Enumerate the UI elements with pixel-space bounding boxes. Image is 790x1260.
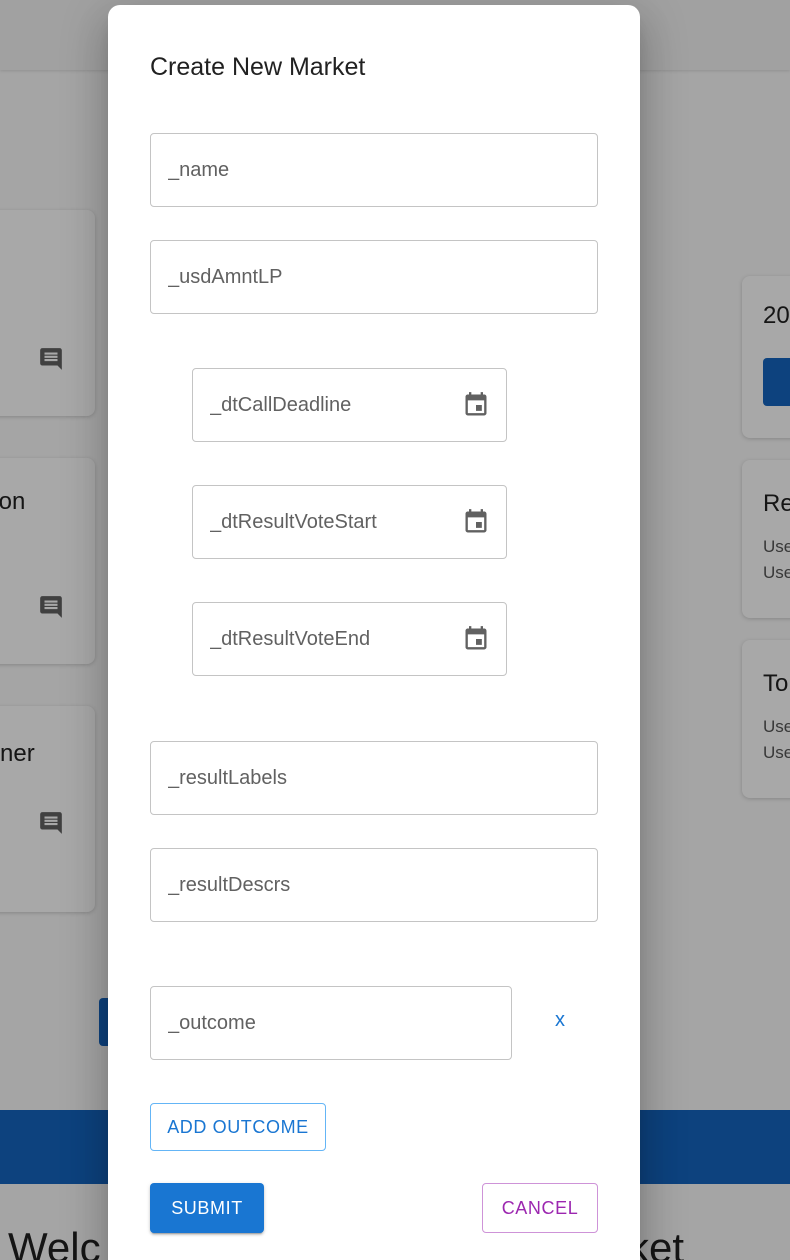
name-input[interactable] [168, 134, 584, 206]
result-descrs-input[interactable] [168, 849, 584, 921]
call-deadline-input[interactable] [210, 369, 443, 441]
outcome-field[interactable] [150, 986, 512, 1060]
calendar-icon[interactable] [462, 625, 490, 653]
result-descrs-field[interactable] [150, 848, 598, 922]
calendar-icon[interactable] [462, 391, 490, 419]
outcome-input[interactable] [168, 987, 498, 1059]
cancel-button[interactable]: CANCEL [482, 1183, 598, 1233]
result-vote-start-input[interactable] [210, 486, 443, 558]
calendar-icon[interactable] [462, 508, 490, 536]
result-vote-start-field[interactable] [192, 485, 507, 559]
add-outcome-button[interactable]: ADD OUTCOME [150, 1103, 326, 1151]
name-field[interactable] [150, 133, 598, 207]
result-labels-field[interactable] [150, 741, 598, 815]
create-market-dialog: Create New Market x ADD OUTCOME SUBMIT C… [108, 5, 640, 1260]
dialog-title: Create New Market [150, 53, 366, 81]
result-labels-input[interactable] [168, 742, 584, 814]
usd-amount-lp-field[interactable] [150, 240, 598, 314]
result-vote-end-field[interactable] [192, 602, 507, 676]
usd-amount-lp-input[interactable] [168, 241, 584, 313]
call-deadline-field[interactable] [192, 368, 507, 442]
submit-button[interactable]: SUBMIT [150, 1183, 264, 1233]
remove-outcome-button[interactable]: x [542, 1005, 578, 1035]
result-vote-end-input[interactable] [210, 603, 443, 675]
